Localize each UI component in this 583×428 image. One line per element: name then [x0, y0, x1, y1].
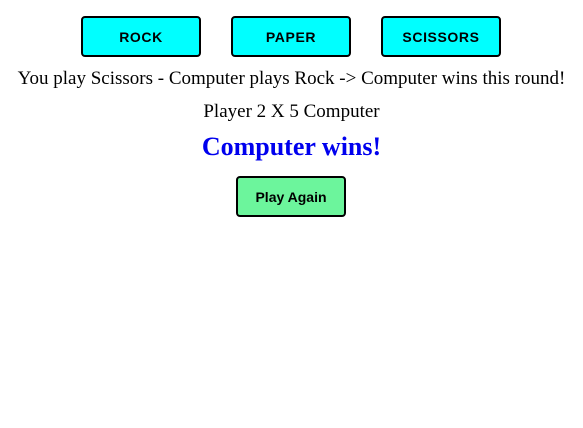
score-line: Player 2 X 5 Computer — [203, 101, 380, 122]
play-again-button[interactable]: Play Again — [236, 176, 346, 217]
paper-button[interactable]: PAPER — [231, 16, 351, 57]
winner-message: Computer wins! — [201, 132, 382, 161]
rock-button[interactable]: ROCK — [81, 16, 201, 57]
round-result-message: You play Scissors - Computer plays Rock … — [17, 68, 566, 89]
scissors-button[interactable]: SCISSORS — [381, 16, 501, 57]
